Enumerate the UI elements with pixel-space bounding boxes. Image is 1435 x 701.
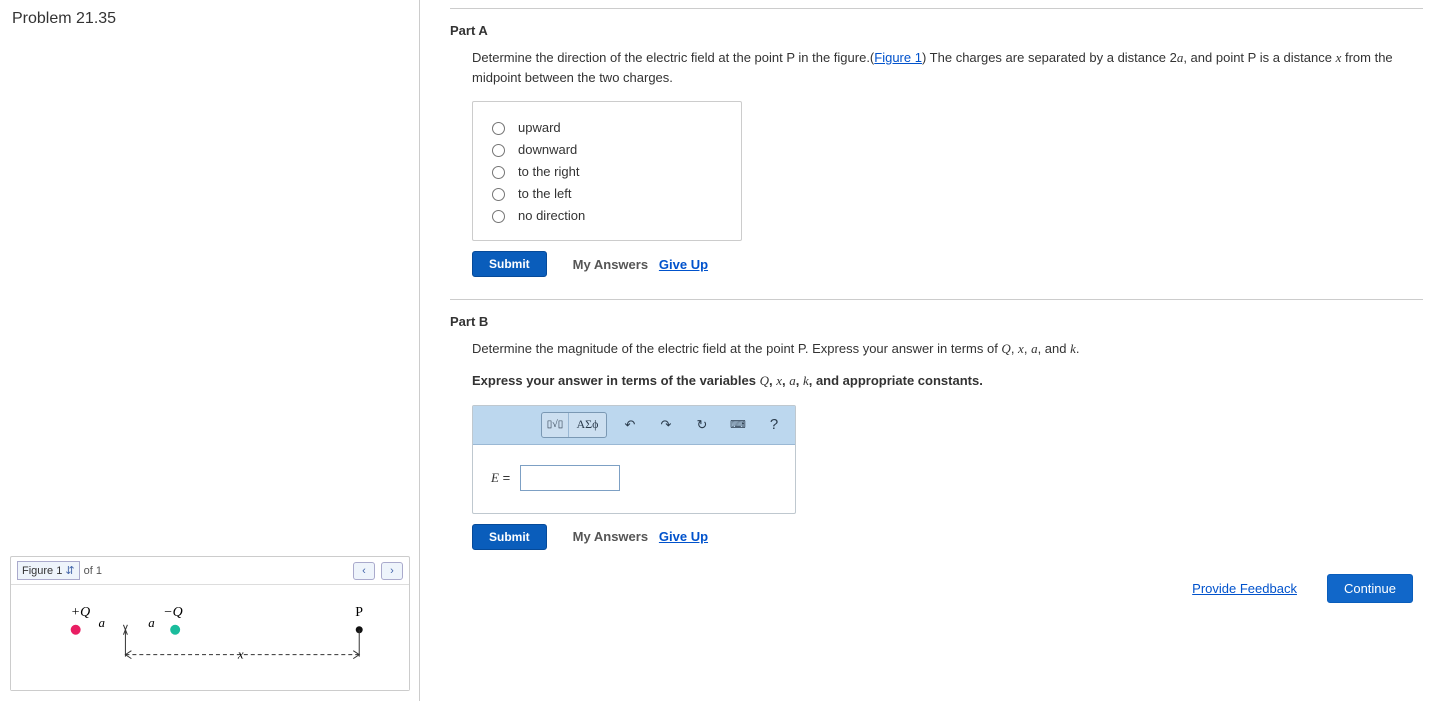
part-a-give-up[interactable]: Give Up — [659, 257, 708, 272]
figure-canvas: +Q −Q a a P — [11, 585, 409, 690]
part-a-prompt: Determine the direction of the electric … — [472, 48, 1412, 87]
greek-button[interactable]: ΑΣϕ — [568, 413, 606, 437]
part-a-my-answers[interactable]: My Answers — [573, 257, 648, 272]
figure-of-text: of 1 — [84, 565, 102, 577]
option-right[interactable]: to the right — [487, 160, 723, 182]
undo-button[interactable]: ↶ — [617, 413, 643, 437]
equation-toolbar: ▯√▯ ΑΣϕ ↶ ↷ ↻ ⌨ ? — [473, 406, 795, 445]
provide-feedback-link[interactable]: Provide Feedback — [1192, 581, 1297, 596]
figure-widget: Figure 1 ⇵ of 1 ‹ › +Q −Q — [10, 556, 410, 691]
svg-text:a: a — [148, 615, 154, 630]
svg-text:P: P — [355, 605, 363, 620]
option-upward[interactable]: upward — [487, 116, 723, 138]
svg-text:+Q: +Q — [71, 605, 90, 620]
svg-text:−Q: −Q — [163, 605, 182, 620]
figure-next-button[interactable]: › — [381, 562, 403, 580]
templates-button[interactable]: ▯√▯ — [542, 413, 568, 437]
part-a-submit-button[interactable]: Submit — [472, 251, 547, 277]
equation-input[interactable] — [520, 465, 620, 491]
keyboard-button[interactable]: ⌨ — [725, 413, 751, 437]
reset-button[interactable]: ↻ — [689, 413, 715, 437]
option-left[interactable]: to the left — [487, 182, 723, 204]
part-b-prompt: Determine the magnitude of the electric … — [472, 339, 1412, 359]
equation-box: ▯√▯ ΑΣϕ ↶ ↷ ↻ ⌨ ? E = — [472, 405, 796, 514]
part-b-title: Part B — [450, 314, 1423, 329]
option-downward[interactable]: downward — [487, 138, 723, 160]
continue-button[interactable]: Continue — [1327, 574, 1413, 603]
part-b-my-answers[interactable]: My Answers — [573, 529, 648, 544]
part-b-instructions: Express your answer in terms of the vari… — [472, 373, 1423, 389]
redo-button[interactable]: ↷ — [653, 413, 679, 437]
figure-link[interactable]: Figure 1 — [874, 50, 922, 65]
equation-label: E = — [491, 470, 510, 486]
svg-text:a: a — [99, 615, 105, 630]
figure-prev-button[interactable]: ‹ — [353, 562, 375, 580]
part-b-submit-button[interactable]: Submit — [472, 524, 547, 550]
part-a-options: upward downward to the right to the left… — [472, 101, 742, 241]
figure-selector[interactable]: Figure 1 ⇵ — [17, 561, 80, 580]
help-button[interactable]: ? — [761, 413, 787, 437]
part-b-give-up[interactable]: Give Up — [659, 529, 708, 544]
svg-text:x: x — [237, 647, 244, 662]
vertical-divider — [419, 0, 420, 701]
part-a-title: Part A — [450, 23, 1423, 38]
problem-title: Problem 21.35 — [12, 10, 408, 28]
option-none[interactable]: no direction — [487, 204, 723, 226]
